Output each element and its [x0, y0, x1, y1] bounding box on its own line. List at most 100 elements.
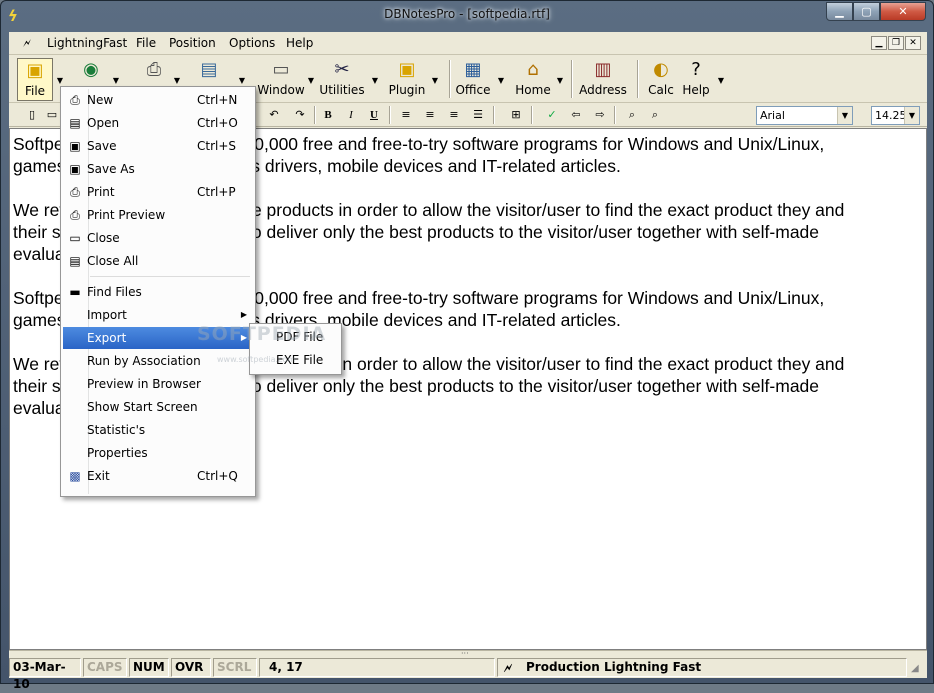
home-icon: ⌂	[527, 59, 539, 80]
mdi-close-button[interactable]: ✕	[905, 36, 921, 50]
menu-lightningfast[interactable]: LightningFast	[47, 36, 127, 50]
print-preview-icon: ⎙	[70, 208, 80, 222]
menu-position[interactable]: Position	[169, 36, 216, 50]
menu-item-preview-in-browser[interactable]: Preview in Browser	[63, 373, 253, 395]
align-left-icon[interactable]: ≡	[397, 106, 415, 124]
office-dropdown-arrow[interactable]: ▼	[496, 76, 506, 85]
font-select[interactable]: Arial ▼	[756, 106, 853, 125]
underline-button[interactable]: U	[365, 106, 383, 124]
toolbar-file-button[interactable]: ▣ File	[17, 58, 53, 101]
status-ovr: OVR	[171, 658, 211, 677]
menu-item-show-start-screen[interactable]: Show Start Screen	[63, 396, 253, 418]
toolbar-utilities-button[interactable]: ✂ Utilities	[319, 58, 365, 101]
toolbar-separator	[314, 106, 316, 124]
chevron-down-icon[interactable]: ▼	[904, 107, 919, 124]
menu-item-statistics[interactable]: Statistic's	[63, 419, 253, 441]
menu-help[interactable]: Help	[286, 36, 313, 50]
maximize-button[interactable]: ▢	[853, 2, 880, 21]
print-dropdown-arrow[interactable]: ▼	[172, 76, 182, 85]
menu-item-properties[interactable]: Properties	[63, 442, 253, 464]
menu-item-save-as[interactable]: ▣ Save As	[63, 158, 253, 180]
new-icon: ⎙	[70, 93, 80, 107]
menu-item-save[interactable]: ▣ Save Ctrl+S	[63, 135, 253, 157]
forward-icon[interactable]: ⇨	[591, 106, 609, 124]
status-num: NUM	[129, 658, 169, 677]
calc-icon: ◐	[653, 59, 669, 80]
open-folder-icon[interactable]: ▭	[43, 106, 61, 124]
toolbar-address-button[interactable]: ▥ Address	[579, 58, 627, 101]
menu-item-print-preview[interactable]: ⎙ Print Preview	[63, 204, 253, 226]
menu-item-new[interactable]: ⎙ New Ctrl+N	[63, 89, 253, 111]
menu-item-exit[interactable]: ▩ Exit Ctrl+Q	[63, 465, 253, 487]
app-window: ϟ DBNotesPro - [softpedia.rtf] ▁ ▢ ✕ 🗲 L…	[0, 0, 934, 691]
close-button[interactable]: ✕	[880, 2, 926, 21]
menu-bar: 🗲 LightningFast File Position Options He…	[9, 32, 927, 55]
toolbar-separator	[571, 60, 573, 98]
italic-button[interactable]: I	[342, 106, 360, 124]
toolbar-calc-button[interactable]: ◐ Calc	[645, 58, 677, 101]
menu-options[interactable]: Options	[229, 36, 275, 50]
resize-grip-icon[interactable]: ◢	[911, 662, 925, 676]
close-doc-icon: ▭	[69, 231, 81, 245]
replace-icon[interactable]: ⌕	[646, 106, 664, 124]
submenu-item-exe-file[interactable]: EXE File	[252, 349, 339, 371]
undo-icon[interactable]: ↶	[265, 106, 283, 124]
menu-file[interactable]: File	[136, 36, 156, 50]
menu-item-import[interactable]: Import ▶	[63, 304, 253, 326]
find-files-icon: ▬	[69, 285, 81, 299]
save-icon: ▣	[69, 139, 81, 153]
menu-item-export[interactable]: Export ▶	[63, 327, 253, 349]
document-dropdown-arrow[interactable]: ▼	[237, 76, 247, 85]
title-bar[interactable]: ϟ DBNotesPro - [softpedia.rtf] ▁ ▢ ✕	[1, 1, 933, 31]
toolbar-window-button[interactable]: ▭ Window	[255, 58, 307, 101]
mdi-restore-button[interactable]: ❐	[888, 36, 904, 50]
submenu-item-pdf-file[interactable]: PDF File	[252, 326, 339, 348]
menu-item-print[interactable]: ⎙ Print Ctrl+P	[63, 181, 253, 203]
toolbar-help-button[interactable]: ? Help	[679, 58, 713, 101]
window-dropdown-arrow[interactable]: ▼	[306, 76, 316, 85]
splitter-bar[interactable]: ···	[9, 650, 927, 658]
open-icon: ▤	[69, 116, 81, 130]
window-title: DBNotesPro - [softpedia.rtf]	[384, 7, 550, 21]
document-system-icon[interactable]: 🗲	[23, 36, 37, 51]
minimize-button[interactable]: ▁	[826, 2, 853, 21]
menu-item-close-all[interactable]: ▤ Close All	[63, 250, 253, 272]
align-right-icon[interactable]: ≡	[445, 106, 463, 124]
toolbar-separator	[389, 106, 391, 124]
file-dropdown-menu: ⎙ New Ctrl+N ▤ Open Ctrl+O ▣ Save Ctrl+S ▣ Save…	[60, 86, 256, 497]
menu-item-close[interactable]: ▭ Close	[63, 227, 253, 249]
toolbar-office-button[interactable]: ▦ Office	[455, 58, 491, 101]
file-dropdown-arrow[interactable]: ▼	[55, 76, 65, 85]
menu-separator	[90, 276, 250, 277]
spellcheck-icon[interactable]: ✓	[543, 106, 561, 124]
back-icon[interactable]: ⇦	[567, 106, 585, 124]
menu-item-find-files[interactable]: ▬ Find Files	[63, 281, 253, 303]
toolbar-plugin-button[interactable]: ▣ Plugin	[387, 58, 427, 101]
lightning-status-icon: 🗲	[504, 661, 512, 675]
web-dropdown-arrow[interactable]: ▼	[111, 76, 121, 85]
plugin-folder-icon: ▣	[398, 59, 416, 80]
help-dropdown-arrow[interactable]: ▼	[716, 76, 726, 85]
menu-item-open[interactable]: ▤ Open Ctrl+O	[63, 112, 253, 134]
utilities-dropdown-arrow[interactable]: ▼	[370, 76, 380, 85]
paragraph-icon[interactable]: ⊞	[507, 106, 525, 124]
new-doc-icon[interactable]: ▯	[23, 106, 41, 124]
bold-button[interactable]: B	[319, 106, 337, 124]
mdi-minimize-button[interactable]: ▁	[871, 36, 887, 50]
redo-icon[interactable]: ↷	[291, 106, 309, 124]
print-icon: ⎙	[146, 59, 162, 80]
chevron-down-icon[interactable]: ▼	[837, 107, 852, 124]
submenu-arrow-icon: ▶	[240, 310, 247, 319]
status-scrl: SCRL	[213, 658, 257, 677]
menu-item-run-by-association[interactable]: Run by Association	[63, 350, 253, 372]
bullet-list-icon[interactable]: ☰	[469, 106, 487, 124]
splitter-grip[interactable]: ···	[461, 650, 469, 658]
font-size-select[interactable]: 14.25 ▼	[871, 106, 920, 125]
home-dropdown-arrow[interactable]: ▼	[555, 76, 565, 85]
align-center-icon[interactable]: ≡	[421, 106, 439, 124]
plugin-dropdown-arrow[interactable]: ▼	[430, 76, 440, 85]
web-globe-icon: ◉	[83, 59, 99, 80]
toolbar-home-button[interactable]: ⌂ Home	[512, 58, 554, 101]
find-icon[interactable]: ⌕	[623, 106, 641, 124]
scissors-icon: ✂	[334, 59, 350, 80]
